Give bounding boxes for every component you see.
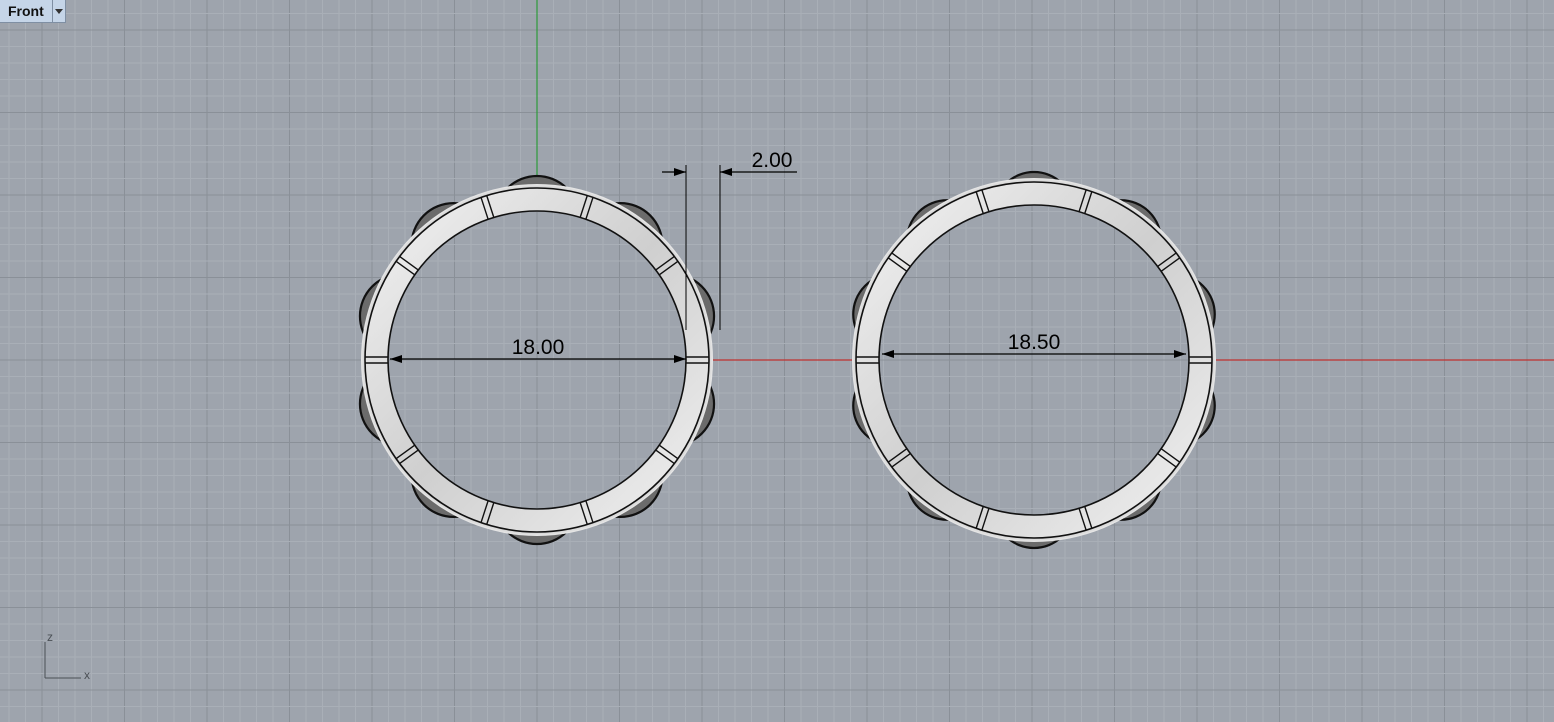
viewport-front[interactable]: 18.00 2.00 18.50 z x Front: [0, 0, 1554, 722]
viewport-title-tab[interactable]: Front: [0, 0, 66, 23]
chevron-down-icon[interactable]: [51, 0, 65, 22]
scene-canvas[interactable]: 18.00 2.00 18.50 z x: [0, 0, 1554, 722]
ring-left[interactable]: [358, 174, 716, 546]
axes-widget: z x: [44, 630, 90, 682]
axes-widget-z-label: z: [47, 630, 53, 644]
dimension-thickness-text: 2.00: [752, 149, 793, 172]
viewport-title[interactable]: Front: [0, 0, 52, 22]
dimension-left-inner-text: 18.00: [512, 336, 565, 359]
dimension-right-inner-text: 18.50: [1008, 331, 1061, 354]
grid: [0, 0, 1554, 722]
axes-widget-x-label: x: [84, 668, 90, 682]
